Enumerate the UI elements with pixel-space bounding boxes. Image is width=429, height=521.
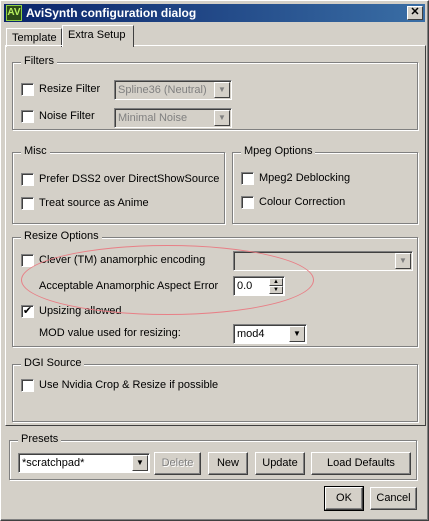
update-preset-button[interactable]: Update — [255, 452, 305, 475]
chevron-down-icon: ▼ — [214, 110, 230, 126]
mpeg2-deblocking-checkbox[interactable] — [241, 172, 254, 185]
mpeg-options-legend: Mpeg Options — [241, 145, 316, 157]
check-icon: ✔ — [22, 305, 33, 317]
avisynth-icon: AV — [6, 5, 22, 21]
noise-filter-value: Minimal Noise — [118, 112, 188, 124]
treat-anime-label: Treat source as Anime — [39, 197, 149, 209]
chevron-down-icon: ▼ — [395, 253, 411, 269]
prefer-dss2-label: Prefer DSS2 over DirectShowSource — [39, 173, 220, 185]
filters-legend: Filters — [21, 55, 57, 67]
dgi-source-group: DGI Source Use Nvidia Crop & Resize if p… — [12, 357, 418, 422]
misc-group: Misc Prefer DSS2 over DirectShowSource T… — [12, 145, 225, 224]
chevron-down-icon: ▼ — [214, 82, 230, 98]
delete-preset-button[interactable]: Delete — [154, 452, 201, 475]
resize-filter-label: Resize Filter — [39, 83, 101, 95]
presets-legend: Presets — [18, 433, 62, 445]
spin-up-icon[interactable]: ▲ — [269, 278, 283, 286]
mod-value-select[interactable]: mod4 ▼ — [233, 324, 307, 344]
chevron-down-icon: ▼ — [289, 326, 305, 342]
close-icon: ✕ — [410, 6, 420, 18]
cancel-button[interactable]: Cancel — [370, 487, 417, 510]
mpeg2-deblocking-label: Mpeg2 Deblocking — [259, 172, 351, 184]
nvidia-crop-checkbox[interactable] — [21, 379, 34, 392]
tab-extra-setup[interactable]: Extra Setup — [62, 25, 134, 47]
resize-filter-checkbox[interactable] — [21, 83, 34, 96]
new-preset-button[interactable]: New — [208, 452, 248, 475]
noise-filter-select[interactable]: Minimal Noise ▼ — [114, 108, 232, 128]
load-defaults-button[interactable]: Load Defaults — [311, 452, 411, 475]
clever-anamorphic-checkbox[interactable] — [21, 254, 34, 267]
filters-group: Filters Resize Filter Spline36 (Neutral)… — [12, 55, 418, 130]
upsizing-allowed-label: Upsizing allowed — [39, 305, 122, 317]
nvidia-crop-label: Use Nvidia Crop & Resize if possible — [39, 379, 219, 391]
clever-anamorphic-label: Clever (TM) anamorphic encoding — [39, 254, 206, 266]
tab-template-label: Template — [12, 32, 57, 44]
tab-extra-setup-label: Extra Setup — [68, 29, 126, 41]
window-title: AviSynth configuration dialog — [26, 6, 197, 20]
title-bar[interactable]: AV AviSynth configuration dialog ✕ — [4, 4, 425, 22]
mpeg-options-group: Mpeg Options Mpeg2 Deblocking Colour Cor… — [232, 145, 418, 224]
aspect-error-spinner[interactable]: 0.0 ▲ ▼ — [233, 276, 285, 296]
colour-correction-checkbox[interactable] — [241, 196, 254, 209]
tab-panel-extra-setup: Filters Resize Filter Spline36 (Neutral)… — [5, 45, 426, 426]
spin-down-icon[interactable]: ▼ — [269, 286, 283, 294]
mod-value-label: MOD value used for resizing: — [39, 327, 181, 339]
clever-anamorphic-select[interactable]: ▼ — [233, 251, 413, 271]
resize-filter-value: Spline36 (Neutral) — [118, 84, 207, 96]
resize-options-legend: Resize Options — [21, 230, 102, 242]
treat-anime-checkbox[interactable] — [21, 197, 34, 210]
presets-value: *scratchpad* — [22, 457, 85, 469]
noise-filter-checkbox[interactable] — [21, 110, 34, 123]
colour-correction-label: Colour Correction — [259, 196, 346, 208]
presets-select[interactable]: *scratchpad* ▼ — [18, 453, 150, 473]
presets-group: Presets *scratchpad* ▼ Delete New Update… — [9, 433, 417, 480]
aspect-error-label: Acceptable Anamorphic Aspect Error — [39, 280, 219, 292]
upsizing-allowed-checkbox[interactable]: ✔ — [21, 305, 34, 318]
prefer-dss2-checkbox[interactable] — [21, 173, 34, 186]
resize-filter-select[interactable]: Spline36 (Neutral) ▼ — [114, 80, 232, 100]
aspect-error-value: 0.0 — [237, 280, 253, 292]
chevron-down-icon: ▼ — [132, 455, 148, 471]
misc-legend: Misc — [21, 145, 50, 157]
dialog-window: AV AviSynth configuration dialog ✕ Templ… — [0, 0, 429, 521]
close-button[interactable]: ✕ — [407, 6, 423, 20]
noise-filter-label: Noise Filter — [39, 110, 95, 122]
dgi-source-legend: DGI Source — [21, 357, 85, 369]
ok-button[interactable]: OK — [324, 486, 364, 511]
mod-value-value: mod4 — [237, 328, 265, 340]
resize-options-group: Resize Options Clever (TM) anamorphic en… — [12, 230, 418, 347]
